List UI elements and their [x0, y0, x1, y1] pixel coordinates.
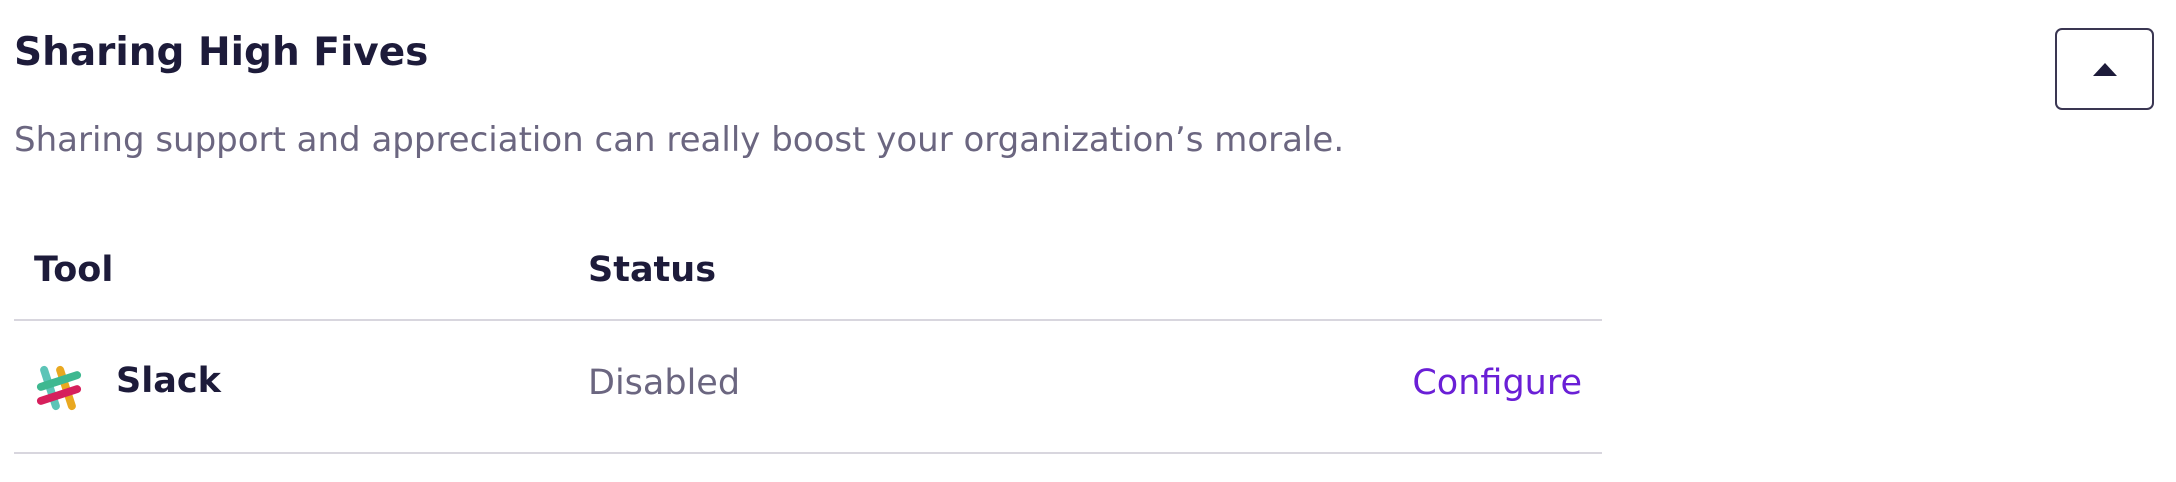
table-row: Slack Disabled Configure	[14, 321, 1602, 452]
column-header-tool: Tool	[34, 250, 114, 290]
section-description: Sharing support and appreciation can rea…	[14, 120, 1345, 160]
caret-up-icon	[2092, 62, 2117, 76]
column-header-status: Status	[588, 250, 717, 290]
status-text: Disabled	[588, 363, 741, 403]
section-title: Sharing High Fives	[14, 30, 429, 75]
slack-logo-icon	[36, 365, 82, 411]
row-divider	[14, 452, 1602, 454]
configure-link[interactable]: Configure	[1412, 363, 1582, 403]
collapse-section-button[interactable]	[2055, 28, 2154, 110]
tool-name-slack: Slack	[116, 361, 221, 401]
